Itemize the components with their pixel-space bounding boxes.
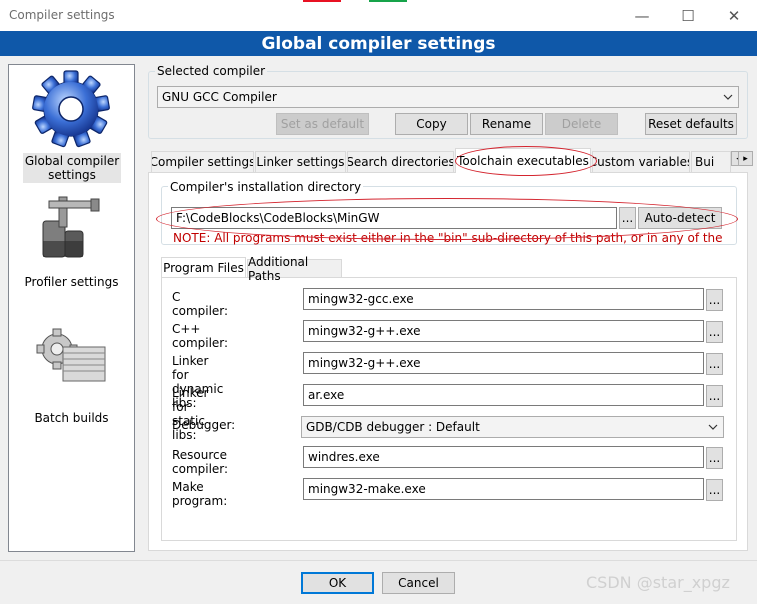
batch-builds-icon xyxy=(36,328,106,382)
tab-toolchain-executables[interactable]: Toolchain executables xyxy=(455,148,591,173)
footer-divider xyxy=(0,560,757,561)
tab-build-options[interactable]: Bui xyxy=(691,151,731,172)
cpp-compiler-browse-button[interactable]: ... xyxy=(706,321,723,343)
debugger-select-value: GDB/CDB debugger : Default xyxy=(306,420,480,434)
reset-defaults-button[interactable]: Reset defaults xyxy=(645,113,737,135)
compiler-select[interactable]: GNU GCC Compiler xyxy=(157,86,739,108)
linker-dynamic-browse-button[interactable]: ... xyxy=(706,353,723,375)
make-program-label: Make program: xyxy=(172,480,228,508)
close-button[interactable]: ✕ xyxy=(711,0,757,31)
selected-compiler-label: Selected compiler xyxy=(155,64,268,78)
sidebar-item-label: Profiler settings xyxy=(24,275,119,289)
sidebar-item-global-compiler[interactable]: Global compiler settings xyxy=(9,67,134,183)
linker-static-browse-button[interactable]: ... xyxy=(706,385,723,407)
chevron-down-icon xyxy=(723,94,733,100)
cpp-compiler-label: C++ compiler: xyxy=(172,322,229,350)
tab-custom-variables[interactable]: Custom variables xyxy=(592,151,690,172)
copy-button[interactable]: Copy xyxy=(395,113,468,135)
c-compiler-browse-button[interactable]: ... xyxy=(706,289,723,311)
sidebar-item-label: Global compiler settings xyxy=(23,153,121,183)
linker-static-input[interactable]: ar.exe xyxy=(303,384,704,406)
install-dir-browse-button[interactable]: ... xyxy=(619,207,636,229)
profiler-icon xyxy=(42,196,100,258)
watermark: CSDN @star_xpgz xyxy=(586,573,730,592)
cpp-compiler-input[interactable]: mingw32-g++.exe xyxy=(303,320,704,342)
rename-button[interactable]: Rename xyxy=(470,113,543,135)
tab-compiler-settings[interactable]: Compiler settings xyxy=(151,151,254,172)
page-title: Global compiler settings xyxy=(0,31,757,56)
title-bar: Compiler settings — ☐ ✕ xyxy=(0,0,757,31)
cancel-button[interactable]: Cancel xyxy=(382,572,455,594)
make-program-input[interactable]: mingw32-make.exe xyxy=(303,478,704,500)
maximize-button[interactable]: ☐ xyxy=(665,0,711,31)
compiler-select-value: GNU GCC Compiler xyxy=(162,90,277,104)
subtab-program-files[interactable]: Program Files xyxy=(161,257,246,277)
set-as-default-button[interactable]: Set as default xyxy=(276,113,369,135)
sidebar-item-profiler[interactable]: Profiler settings xyxy=(9,187,134,292)
debugger-label: Debugger: xyxy=(172,418,236,432)
background-tab-indicator xyxy=(303,0,341,2)
linker-dynamic-input[interactable]: mingw32-g++.exe xyxy=(303,352,704,374)
minimize-button[interactable]: — xyxy=(619,0,665,31)
debugger-select[interactable]: GDB/CDB debugger : Default xyxy=(301,416,724,438)
program-files-panel xyxy=(161,277,737,541)
resource-compiler-label: Resource compiler: xyxy=(172,448,229,476)
tab-scroll-right-button[interactable]: ▸ xyxy=(738,151,753,166)
background-tab-indicator xyxy=(369,0,407,2)
sidebar-item-label: Batch builds xyxy=(34,411,109,425)
window-title: Compiler settings xyxy=(9,8,115,22)
make-program-browse-button[interactable]: ... xyxy=(706,479,723,501)
c-compiler-input[interactable]: mingw32-gcc.exe xyxy=(303,288,704,310)
resource-compiler-browse-button[interactable]: ... xyxy=(706,447,723,469)
tab-linker-settings[interactable]: Linker settings xyxy=(255,151,346,172)
auto-detect-button[interactable]: Auto-detect xyxy=(638,207,722,229)
delete-button[interactable]: Delete xyxy=(545,113,618,135)
install-dir-label: Compiler's installation directory xyxy=(168,180,364,194)
chevron-down-icon xyxy=(708,424,718,430)
ok-button[interactable]: OK xyxy=(301,572,374,594)
c-compiler-label: C compiler: xyxy=(172,290,229,318)
linker-static-label: Linker for static libs: xyxy=(172,386,209,442)
resource-compiler-input[interactable]: windres.exe xyxy=(303,446,704,468)
install-dir-note: NOTE: All programs must exist either in … xyxy=(173,231,723,245)
tab-search-directories[interactable]: Search directories xyxy=(347,151,454,172)
subtab-additional-paths[interactable]: Additional Paths xyxy=(247,255,342,283)
settings-sidebar: Global compiler settings Profiler settin… xyxy=(8,64,135,552)
install-dir-input[interactable]: F:\CodeBlocks\CodeBlocks\MinGW xyxy=(171,207,617,229)
sidebar-item-batch-builds[interactable]: Batch builds xyxy=(9,317,134,425)
gear-icon xyxy=(32,70,110,148)
